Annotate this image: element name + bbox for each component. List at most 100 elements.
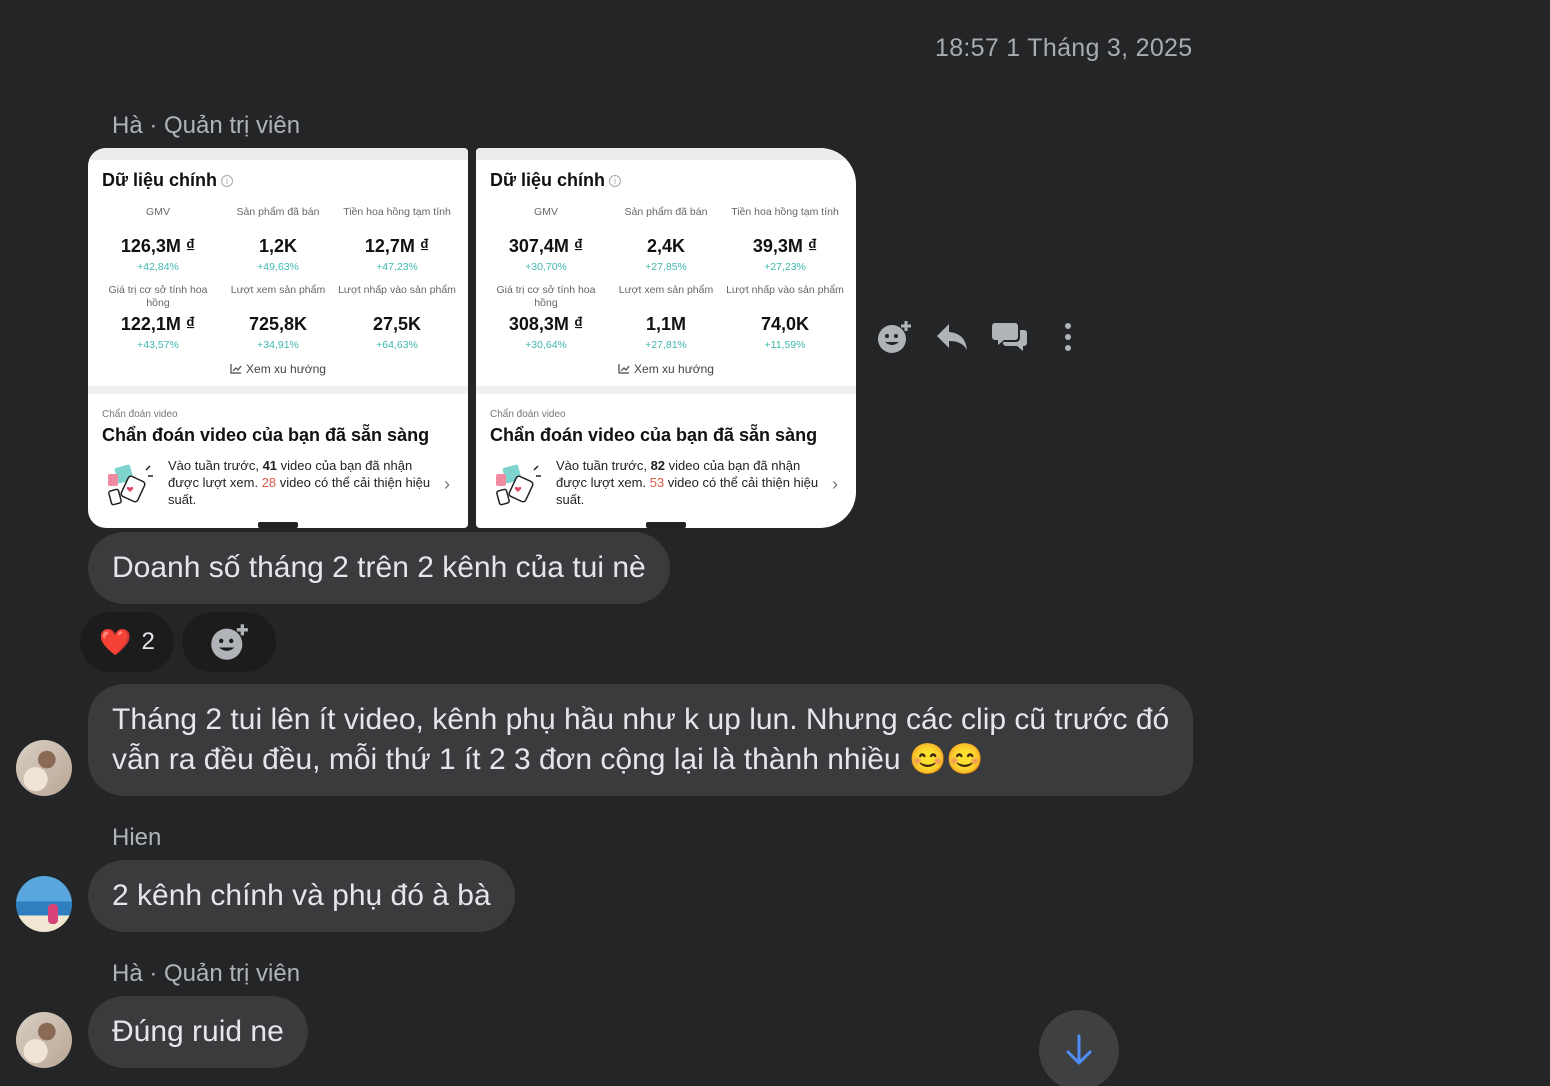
sender-name: Hà · Quản trị viên xyxy=(112,112,301,139)
sender-name: Hà · Quản trị viên xyxy=(112,960,301,987)
trend-link-label: Xem xu hướng xyxy=(246,362,326,376)
heart-reaction-icon: ❤️ xyxy=(99,626,132,657)
avatar[interactable] xyxy=(16,876,72,932)
metric-label: Lượt nhấp vào sản phẩm xyxy=(726,284,844,296)
metric-value: 1,2K xyxy=(258,236,298,256)
message-line: Tháng 2 tui lên ít video, kênh phụ hầu n… xyxy=(112,703,1170,736)
metric-change: +27,85% xyxy=(645,261,687,273)
diag-description: Vào tuần trước, 82 video của bạn đã nhận… xyxy=(556,457,826,508)
card-title: Dữ liệu chính i xyxy=(490,170,622,191)
image-top-strip xyxy=(88,148,468,160)
diag-improve-count: 53 xyxy=(649,475,665,490)
metric: Sản phẩm đã bán 2,4K +27,85% xyxy=(606,206,726,273)
trend-link: Xem xu hướng xyxy=(476,362,856,376)
metric-change: +11,59% xyxy=(764,339,806,351)
metric: Lượt nhấp vào sản phẩm 74,0K +11,59% xyxy=(725,284,845,351)
metric-label: Lượt xem sản phẩm xyxy=(618,284,714,296)
metric-change: +43,57% xyxy=(137,339,179,351)
add-reaction-icon xyxy=(211,624,248,660)
cropped-element xyxy=(258,522,298,528)
message-actions xyxy=(876,318,1086,356)
image-attachment-2[interactable]: Dữ liệu chính i GMV 307,4M ₫ +30,70% Sản … xyxy=(476,148,856,528)
video-diagnosis-icon xyxy=(108,464,153,506)
message-bubble[interactable]: Đúng ruid ne xyxy=(88,996,308,1068)
reaction-chip[interactable]: ❤️ 2 xyxy=(80,612,174,672)
metric-change: +34,91% xyxy=(257,339,299,351)
metric: Giá trị cơ sở tính hoa hồng 308,3M ₫ +30… xyxy=(486,284,606,351)
diag-description: Vào tuần trước, 41 video của bạn đã nhận… xyxy=(168,457,438,508)
chevron-right-icon: › xyxy=(444,474,450,494)
metric: Tiền hoa hồng tạm tính 39,3M ₫ +27,23% xyxy=(725,206,845,273)
section-divider xyxy=(88,386,468,394)
diag-title: Chẩn đoán video của bạn đã sẵn sàng xyxy=(102,425,430,445)
add-reaction-button[interactable] xyxy=(182,612,276,672)
trend-link-label: Xem xu hướng xyxy=(634,362,714,376)
trend-chart-icon xyxy=(618,364,630,374)
image-top-strip xyxy=(476,148,856,160)
reply-icon[interactable] xyxy=(934,318,970,356)
more-icon[interactable] xyxy=(1050,318,1086,356)
info-icon: i xyxy=(221,175,234,187)
reaction-count: 2 xyxy=(141,628,155,655)
metric-value: 12,7M ₫ xyxy=(364,236,430,256)
diag-text-part: Vào tuần trước, xyxy=(168,458,263,473)
metric-label: Tiền hoa hồng tạm tính xyxy=(343,206,451,218)
diag-caption: Chẩn đoán video xyxy=(102,409,178,420)
metric: Tiền hoa hồng tạm tính 12,7M ₫ +47,23% xyxy=(337,206,457,273)
metric-value: 308,3M ₫ xyxy=(508,314,584,334)
metric-value: 122,1M ₫ xyxy=(120,314,196,334)
metric-label: Giá trị cơ sở tính hoa hồng xyxy=(496,284,596,309)
image-attachment-1[interactable]: Dữ liệu chính i GMV 126,3M ₫ +42,84% Sản … xyxy=(88,148,468,528)
arrow-down-icon xyxy=(1066,1034,1092,1065)
card-title-text: Dữ liệu chính xyxy=(490,170,606,190)
chevron-right-icon: › xyxy=(832,474,838,494)
diag-title: Chẩn đoán video của bạn đã sẵn sàng xyxy=(490,425,818,445)
info-icon: i xyxy=(609,175,622,187)
metric: Lượt xem sản phẩm 725,8K +34,91% xyxy=(218,284,338,351)
message-bubble[interactable]: 2 kênh chính và phụ đó à bà xyxy=(88,860,515,932)
metric-change: +64,63% xyxy=(376,339,418,351)
card-title-text: Dữ liệu chính xyxy=(102,170,218,190)
metric-value: 74,0K xyxy=(760,314,810,334)
message-bubble[interactable]: Doanh số tháng 2 trên 2 kênh của tui nè xyxy=(88,532,670,604)
avatar[interactable] xyxy=(16,740,72,796)
message-bubble[interactable]: Tháng 2 tui lên ít video, kênh phụ hầu n… xyxy=(88,684,1194,796)
avatar[interactable] xyxy=(16,1012,72,1068)
metric-label: Sản phẩm đã bán xyxy=(624,206,708,218)
metric: GMV 126,3M ₫ +42,84% xyxy=(98,206,218,273)
metric-value: 126,3M ₫ xyxy=(120,236,196,256)
date-separator: 18:57 1 Tháng 3, 2025 xyxy=(935,34,1193,62)
metric-value: 39,3M ₫ xyxy=(752,236,818,256)
metric-label: Tiền hoa hồng tạm tính xyxy=(731,206,839,218)
metric-change: +27,23% xyxy=(764,261,806,273)
metric-label: Giá trị cơ sở tính hoa hồng xyxy=(108,284,208,309)
metric-label: Sản phẩm đã bán xyxy=(236,206,320,218)
metric-value: 725,8K xyxy=(248,314,308,334)
metric-label: GMV xyxy=(534,206,558,218)
diag-views-count: 82 xyxy=(650,458,666,473)
thread-icon[interactable] xyxy=(992,318,1028,356)
metric-label: GMV xyxy=(146,206,170,218)
metric: Giá trị cơ sở tính hoa hồng 122,1M ₫ +43… xyxy=(98,284,218,351)
metric-value: 307,4M ₫ xyxy=(508,236,584,256)
video-diagnosis-icon xyxy=(496,464,541,506)
metric-change: +30,70% xyxy=(525,261,567,273)
card-title: Dữ liệu chính i xyxy=(102,170,234,191)
trend-link: Xem xu hướng xyxy=(88,362,468,376)
metric-change: +42,84% xyxy=(137,261,179,273)
trend-chart-icon xyxy=(230,364,242,374)
metric-change: +49,63% xyxy=(257,261,299,273)
metric-change: +27,81% xyxy=(645,339,687,351)
metric-label: Lượt nhấp vào sản phẩm xyxy=(338,284,456,296)
diag-text-part: Vào tuần trước, xyxy=(556,458,651,473)
metric: Sản phẩm đã bán 1,2K +49,63% xyxy=(218,206,338,273)
add-reaction-icon[interactable] xyxy=(876,318,912,356)
metric: GMV 307,4M ₫ +30,70% xyxy=(486,206,606,273)
metric-change: +30,64% xyxy=(525,339,567,351)
cropped-element xyxy=(646,522,686,528)
metric-label: Lượt xem sản phẩm xyxy=(230,284,326,296)
scroll-to-bottom-button[interactable] xyxy=(1039,1010,1119,1086)
metric-value: 27,5K xyxy=(372,314,422,334)
metric: Lượt nhấp vào sản phẩm 27,5K +64,63% xyxy=(337,284,457,351)
metric-value: 1,1M xyxy=(645,314,687,334)
